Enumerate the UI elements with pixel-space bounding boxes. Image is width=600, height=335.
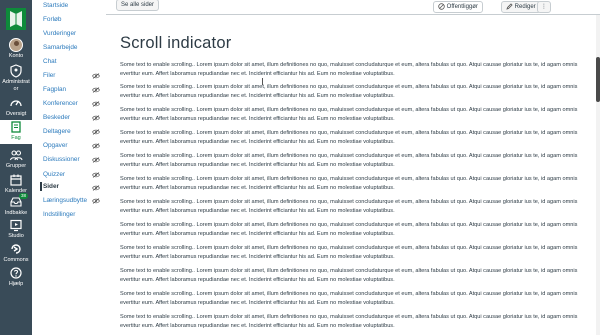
global-nav-kalender[interactable]: Kalender [0, 173, 32, 195]
commons-icon [11, 244, 21, 254]
global-nav-konto[interactable]: Konto [0, 38, 32, 60]
more-options-button[interactable]: ⋮ [537, 1, 551, 13]
course-nav-konferencer[interactable]: Konferencer [43, 100, 78, 107]
course-nav-startside[interactable]: Startside [43, 2, 68, 9]
global-nav-label: Administrat or [2, 79, 30, 92]
course-nav-chat[interactable]: Chat [43, 58, 57, 65]
course-nav-indstillinger[interactable]: Indstillinger [43, 211, 75, 218]
global-nav-studio[interactable]: Studio [0, 218, 32, 240]
course-navigation: Startside Forløb Vurderinger Samarbejde … [32, 0, 106, 335]
course-nav-laeringsudbytte[interactable]: Læringsudbytte [43, 197, 87, 204]
active-indicator [40, 182, 42, 191]
body-paragraph: Some text to enable scrolling.. Lorem ip… [120, 314, 578, 329]
edit-label: Rediger [514, 4, 536, 10]
hidden-eye-icon [92, 87, 100, 93]
global-nav-hjaelp[interactable]: Hjælp [0, 266, 32, 288]
page-title: Scroll indicator [120, 34, 232, 52]
publish-label: Offentliggør [446, 4, 478, 10]
course-nav-sider[interactable]: Sider [43, 183, 59, 190]
body-paragraph: Some text to enable scrolling.. Lorem ip… [120, 84, 578, 99]
inbox-unread-badge: 38 [18, 193, 28, 199]
course-nav-forlob[interactable]: Forløb [43, 16, 61, 23]
hidden-eye-icon [92, 101, 100, 107]
scrollbar-thumb[interactable] [596, 57, 600, 102]
global-nav-fag[interactable]: Fag [0, 120, 32, 144]
hidden-eye-icon [92, 143, 100, 149]
global-nav-label: Oversigt [5, 111, 27, 117]
course-nav-vurderinger[interactable]: Vurderinger [43, 30, 76, 37]
hidden-eye-icon [92, 172, 100, 178]
global-nav-label: Commons [3, 257, 29, 263]
book-icon [11, 121, 21, 133]
global-nav-label: Grupper [5, 163, 27, 169]
body-paragraph: Some text to enable scrolling.. Lorem ip… [120, 153, 578, 168]
page-toolbar: Se alle sider Offentliggør Rediger ⋮ [106, 0, 600, 15]
course-nav-samarbejde[interactable]: Samarbejde [43, 44, 77, 51]
hidden-eye-icon [92, 129, 100, 135]
edit-button[interactable]: Rediger [501, 1, 541, 13]
intro-paragraph: Some text to enable scrolling.. Lorem ip… [120, 62, 578, 77]
global-nav-label: Hjælp [8, 281, 24, 287]
course-nav-deltagere[interactable]: Deltagere [43, 128, 71, 135]
help-icon [10, 267, 22, 279]
groups-icon [9, 150, 23, 161]
studio-icon [10, 219, 22, 232]
publish-button[interactable]: Offentliggør [433, 1, 483, 13]
global-nav-admin[interactable]: Administrat or [0, 64, 32, 92]
course-nav-quizzer[interactable]: Quizzer [43, 171, 65, 178]
course-nav-beskeder[interactable]: Beskeder [43, 114, 70, 121]
pencil-icon [506, 3, 513, 10]
global-nav-oversigt[interactable]: Oversigt [0, 96, 32, 118]
avatar [9, 38, 23, 52]
global-navigation: Konto Administrat or Oversigt Fag Gruppe… [0, 0, 32, 335]
body-paragraph: Some text to enable scrolling.. Lorem ip… [120, 222, 578, 237]
see-all-pages-label: Se alle sider [121, 2, 155, 8]
shield-key-icon [10, 64, 22, 78]
course-nav-opgaver[interactable]: Opgaver [43, 142, 68, 149]
global-nav-grupper[interactable]: Grupper [0, 148, 32, 170]
course-nav-filer[interactable]: Filer [43, 72, 55, 79]
hidden-eye-icon [92, 198, 100, 204]
body-paragraph: Some text to enable scrolling.. Lorem ip… [120, 245, 578, 260]
course-nav-fagplan[interactable]: Fagplan [43, 86, 66, 93]
body-paragraph: Some text to enable scrolling.. Lorem ip… [120, 176, 578, 191]
global-nav-commons[interactable]: Commons [0, 242, 32, 264]
dashboard-icon [10, 100, 22, 107]
body-paragraph: Some text to enable scrolling.. Lorem ip… [120, 107, 578, 122]
logo-icon[interactable] [6, 8, 26, 30]
hidden-eye-icon [92, 73, 100, 79]
body-paragraph: Some text to enable scrolling.. Lorem ip… [120, 130, 578, 145]
text-cursor [262, 78, 263, 85]
hidden-eye-icon [92, 157, 100, 163]
global-nav-label: Indbakke [4, 210, 28, 216]
hidden-eye-icon [92, 185, 100, 191]
calendar-icon [10, 174, 22, 186]
global-nav-label: Studio [8, 233, 24, 239]
global-nav-label: Fag [11, 135, 21, 141]
body-paragraph: Some text to enable scrolling.. Lorem ip… [120, 291, 578, 306]
see-all-pages-button[interactable]: Se alle sider [116, 0, 160, 11]
body-paragraph: Some text to enable scrolling.. Lorem ip… [120, 268, 578, 283]
global-nav-indbakke[interactable]: 38 Indbakke [0, 193, 32, 217]
course-nav-diskussioner[interactable]: Diskussioner [43, 156, 80, 163]
unpublished-icon [438, 3, 445, 10]
body-paragraph: Some text to enable scrolling.. Lorem ip… [120, 199, 578, 214]
global-nav-label: Konto [8, 53, 24, 59]
hidden-eye-icon [92, 115, 100, 121]
more-options-icon: ⋮ [541, 4, 547, 10]
